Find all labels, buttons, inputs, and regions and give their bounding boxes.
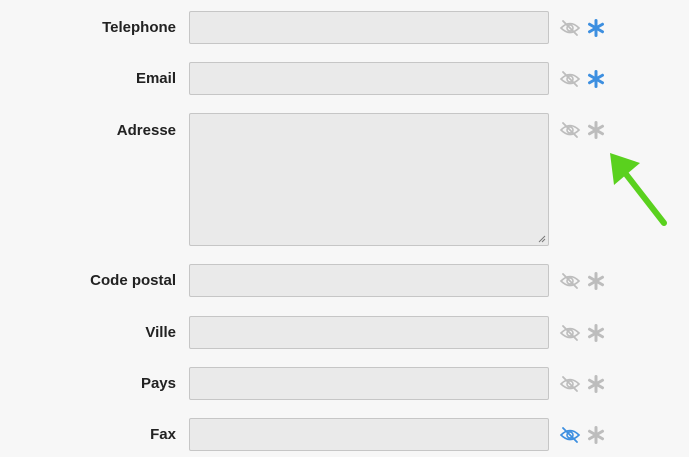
asterisk-icon[interactable]: [587, 121, 605, 139]
eye-slash-icon[interactable]: [559, 20, 581, 36]
fax-input[interactable]: [189, 418, 549, 451]
asterisk-icon[interactable]: [587, 375, 605, 393]
eye-slash-icon[interactable]: [559, 325, 581, 341]
field-label: Email: [135, 70, 176, 87]
telephone-input[interactable]: [189, 11, 549, 44]
field-label: Code postal: [90, 272, 176, 289]
arrow-pointer-icon: [610, 153, 667, 226]
resize-grip-icon[interactable]: [538, 235, 546, 243]
field-label: Ville: [145, 324, 176, 341]
field-label: Telephone: [102, 19, 176, 36]
ville-input[interactable]: [189, 316, 549, 349]
pays-input[interactable]: [189, 367, 549, 400]
field-label: Adresse: [116, 122, 176, 139]
asterisk-icon[interactable]: [587, 426, 605, 444]
eye-slash-icon[interactable]: [559, 427, 581, 443]
code-postal-input[interactable]: [189, 264, 549, 297]
asterisk-icon[interactable]: [587, 324, 605, 342]
email-input[interactable]: [189, 62, 549, 95]
eye-slash-icon[interactable]: [559, 122, 581, 138]
adresse-textarea[interactable]: [189, 113, 549, 246]
eye-slash-icon[interactable]: [559, 273, 581, 289]
eye-slash-icon[interactable]: [559, 376, 581, 392]
asterisk-icon[interactable]: [587, 272, 605, 290]
asterisk-icon[interactable]: [587, 70, 605, 88]
eye-slash-icon[interactable]: [559, 71, 581, 87]
field-label: Pays: [140, 375, 176, 392]
field-label: Fax: [150, 426, 176, 443]
asterisk-icon[interactable]: [587, 19, 605, 37]
